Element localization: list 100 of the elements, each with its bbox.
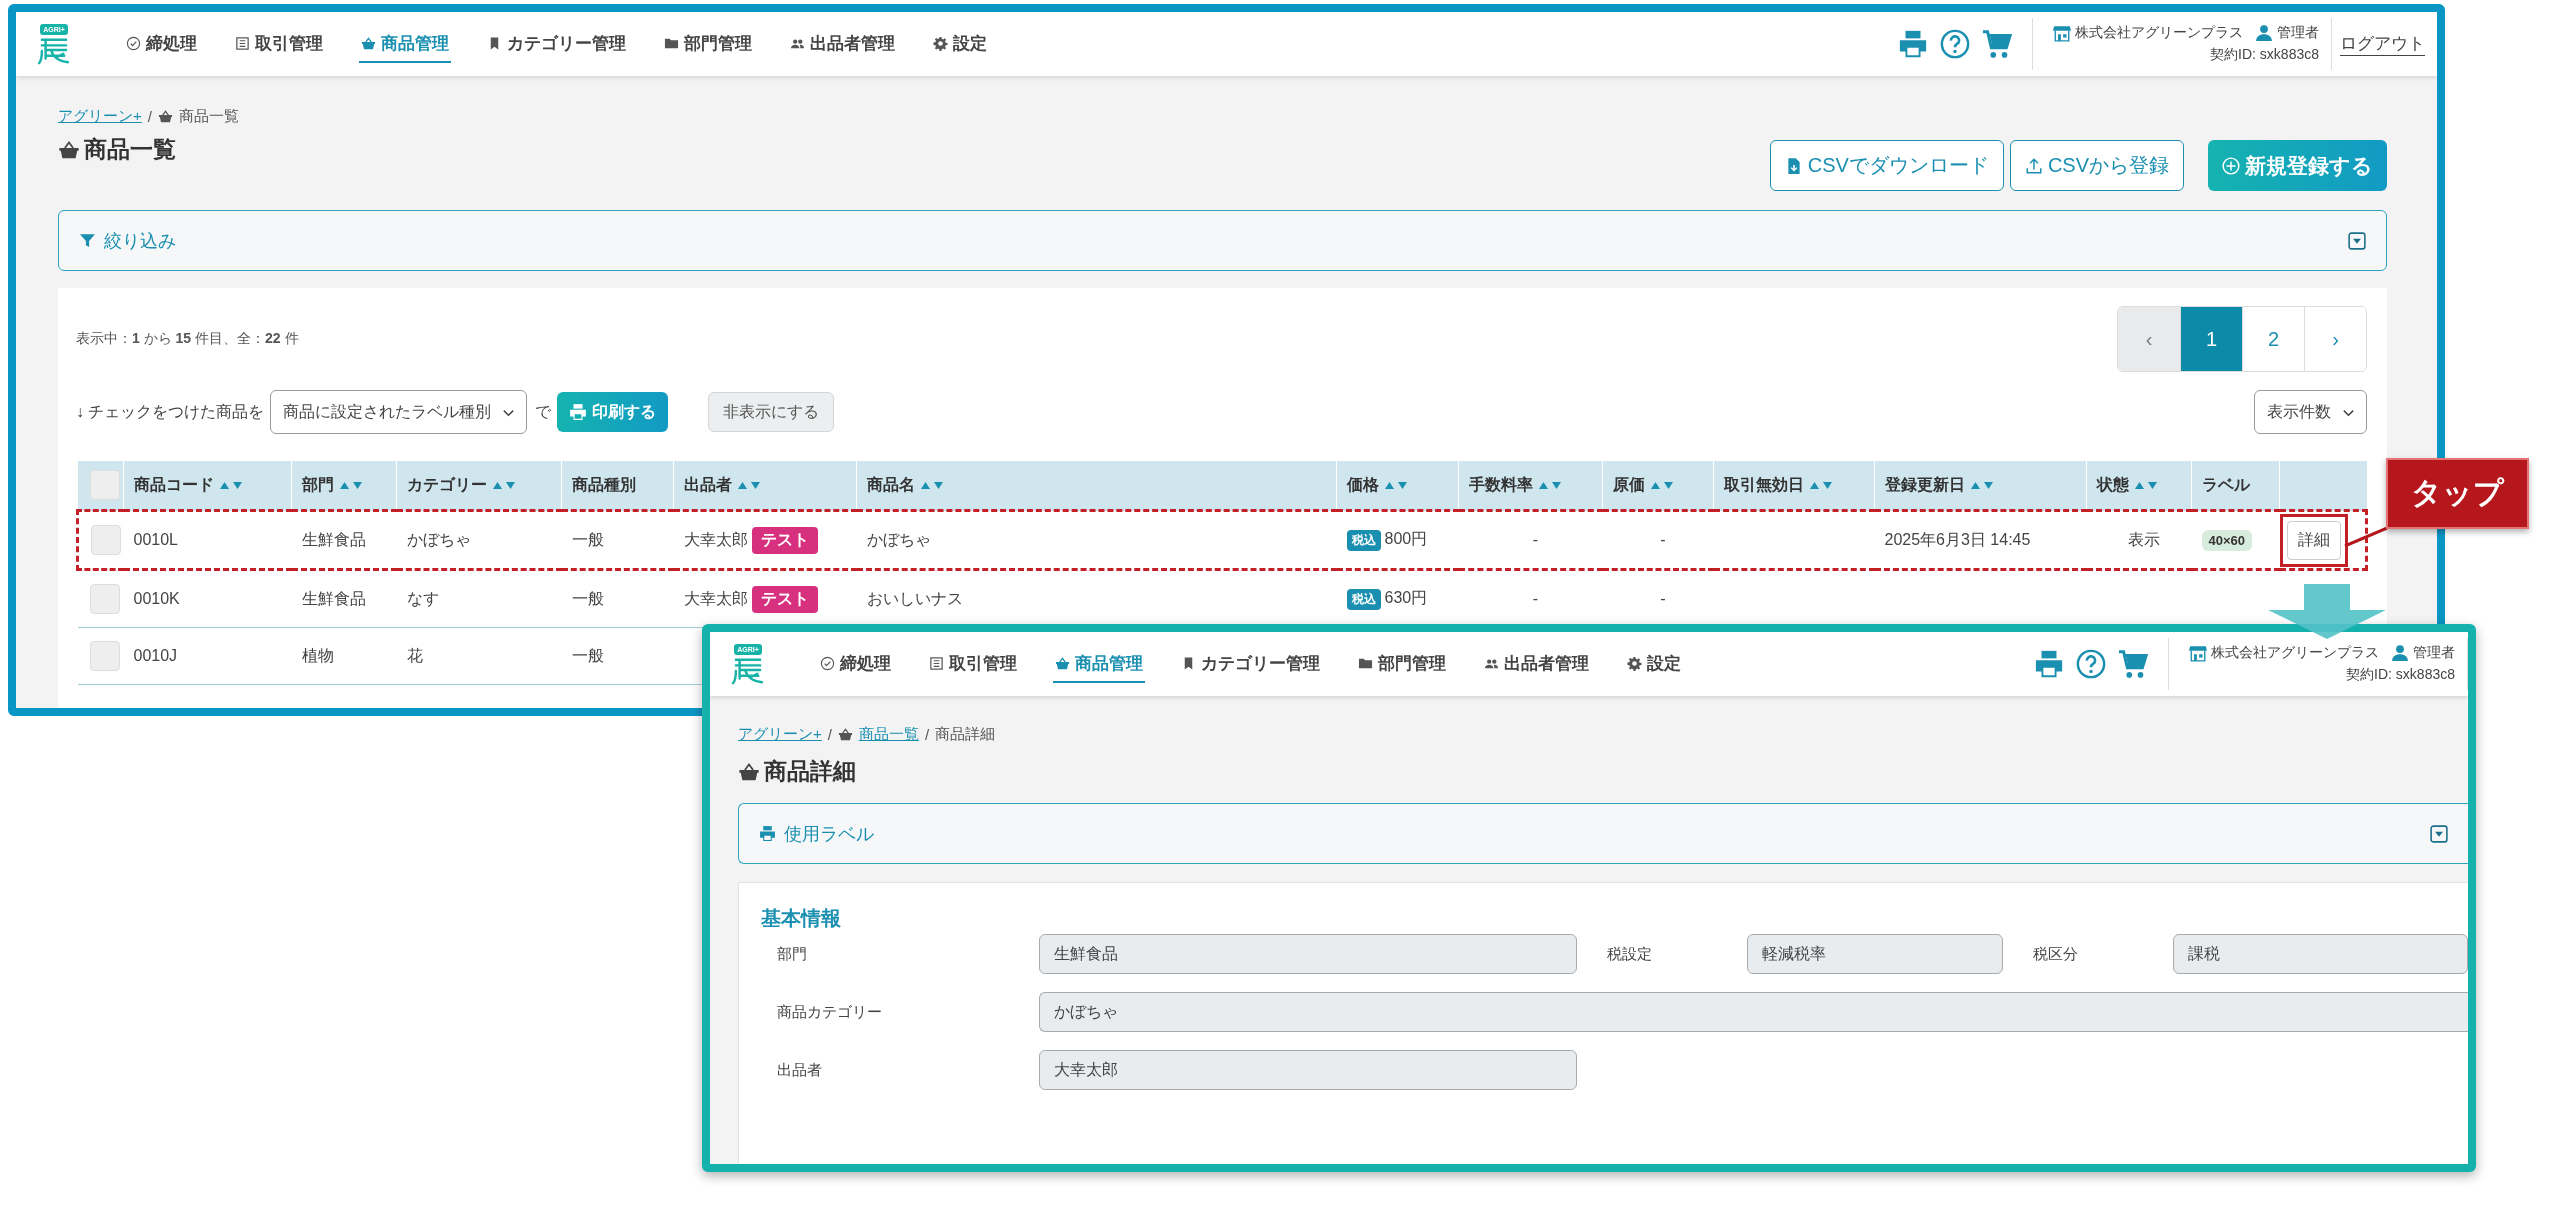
sort-icon[interactable] [1385,480,1407,490]
nav-item[interactable]: 部門管理 [1356,645,1448,683]
bulk-joiner: で [535,401,552,422]
table-cell: 一般 [561,510,674,570]
table-cell: 一般 [561,627,674,685]
breadcrumb-separator: / [147,107,152,125]
checkbox[interactable] [89,470,120,500]
nav-item[interactable]: カテゴリー管理 [485,25,628,63]
settings-icon [1627,655,1642,671]
filter-icon [79,232,96,249]
input-field[interactable]: 軽減税率 [1747,934,2003,974]
sort-icon[interactable] [1810,480,1832,490]
checkbox[interactable] [89,641,120,671]
panel-title: 使用ラベル [784,822,874,846]
page-title: 商品詳細 [764,757,856,786]
table-cell: 生鮮食品 [291,569,397,628]
filter-panel[interactable]: 絞り込み [58,210,2387,271]
printer-icon[interactable] [2034,649,2064,679]
printer-icon[interactable] [1898,29,1928,59]
per-page-select[interactable]: 表示件数 [2254,390,2367,434]
tag-badge: テスト [751,585,818,613]
basket-icon [1055,655,1070,671]
table-cell: - [1458,510,1603,570]
panel-title: 絞り込み [104,229,176,253]
sort-icon[interactable] [220,480,242,490]
tag-badge: テスト [751,526,818,554]
tax-badge: 税込 [1346,530,1381,551]
logo-mark-icon [731,656,765,685]
csv-button[interactable]: CSVでダウンロード [1769,140,2004,191]
cart-icon[interactable] [1982,29,2012,59]
logout-link[interactable]: ログアウト [2340,32,2425,56]
sort-icon[interactable] [921,480,943,490]
table-cell: 表示 [2086,510,2192,570]
callout-label: タップ [2386,458,2529,529]
sort-icon[interactable] [340,480,362,490]
nav-item[interactable]: 設定 [931,25,989,63]
label-type-select[interactable]: 商品に設定されたラベル種別 [270,390,528,434]
sort-icon[interactable] [738,480,760,490]
page-title: 商品一覧 [84,135,176,164]
help-icon[interactable] [2076,649,2106,679]
dropdown-toggle-icon[interactable] [2348,231,2366,250]
input-field[interactable]: かぼちゃ [1039,992,2468,1032]
nav-item[interactable]: 出品者管理 [1482,645,1591,683]
nav-item[interactable]: 取引管理 [233,25,325,63]
input-field[interactable]: 大幸太郎 [1039,1050,1577,1090]
checkbox[interactable] [91,525,121,555]
sort-icon[interactable] [493,480,515,490]
nav-item[interactable]: カテゴリー管理 [1179,645,1322,683]
breadcrumb-link[interactable]: 商品一覧 [858,724,919,744]
field-label: 出品者 [776,1060,823,1080]
input-field[interactable]: 生鮮食品 [1039,934,1577,974]
basket-icon [361,35,376,51]
sort-icon[interactable] [1971,480,1993,490]
user-role: 管理者 [2413,644,2455,662]
table-cell: 花 [396,627,562,685]
sort-icon[interactable] [1539,480,1561,490]
nav-item[interactable]: 商品管理 [359,25,451,63]
nav-item[interactable]: 取引管理 [927,645,1019,683]
company-name: 株式会社アグリーンプラス [2211,644,2379,662]
nav-item[interactable]: 締処理 [124,25,199,63]
hide-button[interactable]: 非表示にする [708,392,835,432]
column-header: 商品名 [867,474,915,495]
table-cell: 0010K [123,569,292,628]
nav-item[interactable]: 締処理 [818,645,893,683]
leader-line [2344,527,2388,547]
basket-icon [837,726,853,742]
input-field[interactable]: 課税 [2173,934,2468,974]
csv-button[interactable]: CSVから登録 [2009,140,2184,191]
page-button[interactable]: 1 [2180,307,2242,371]
column-header: 登録更新日 [1885,474,1965,495]
column-header: ラベル [2202,474,2250,495]
nav-item[interactable]: 出品者管理 [788,25,897,63]
sort-icon[interactable] [2135,480,2157,490]
bulk-action-label: ↓ チェックをつけた商品を [76,401,265,422]
page-button[interactable]: › [2304,307,2366,371]
plus-circle-icon [2222,156,2240,175]
document-icon [235,35,250,51]
field-label: 商品カテゴリー [776,1002,883,1022]
nav-item[interactable]: 商品管理 [1053,645,1145,683]
table-cell: 植物 [291,627,397,685]
sort-icon[interactable] [1651,480,1673,490]
help-icon[interactable] [1940,29,1970,59]
column-header: 原価 [1613,474,1645,495]
column-header: 状態 [2097,474,2129,495]
tax-badge: 税込 [1346,589,1381,610]
column-header: 手数料率 [1469,474,1533,495]
nav-item[interactable]: 設定 [1625,645,1683,683]
logo-mark-icon [37,36,71,65]
cart-icon[interactable] [2118,649,2148,679]
breadcrumb-separator: / [924,725,930,743]
user-icon [2391,644,2409,662]
table-cell: 0010L [123,510,292,570]
contract-id: 契約ID: sxk883c8 [2210,46,2319,64]
table-cell: かぼちゃ [856,510,1337,570]
dropdown-toggle-icon[interactable] [2430,824,2448,843]
checkbox[interactable] [89,584,120,614]
breadcrumb-current: 商品詳細 [935,724,996,744]
nav-item[interactable]: 部門管理 [662,25,754,63]
detail-button[interactable]: 詳細 [2286,520,2341,560]
settings-icon [933,35,948,51]
